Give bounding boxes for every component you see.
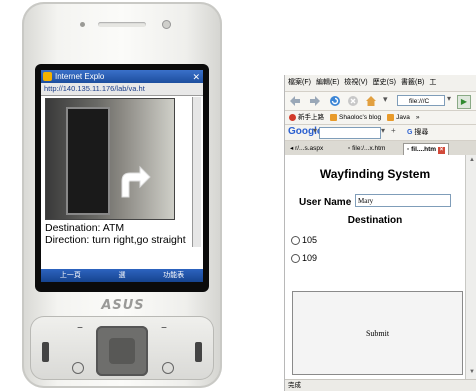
scroll-up-icon[interactable]: ▲ [468,157,476,165]
call-button[interactable] [72,362,84,374]
menu-tools[interactable]: 工 [429,75,436,91]
google-dropdown-icon[interactable]: ▾ [313,126,317,135]
phone-destination-text: Destination: ATM [45,222,125,234]
earpiece [98,22,146,27]
bookmark-blog[interactable]: Shaoloc's blog [330,111,381,124]
address-bar[interactable]: file:///C [397,95,445,106]
bookmark-java[interactable]: Java [387,111,410,124]
phone-address-bar[interactable]: http://140.135.11.176/lab/va.ht [41,83,203,96]
softkey-menu[interactable]: 功能表 [163,269,184,282]
close-icon[interactable]: ✕ [192,71,200,84]
menu-history[interactable]: 歷史(S) [373,75,396,91]
page-content: Wayfinding System User Name Mary Destina… [285,155,465,379]
bookmark-icon [289,113,296,121]
vertical-scrollbar[interactable]: ▲ ▼ [465,155,476,379]
asus-logo: ASUS [101,298,145,313]
tab-1[interactable]: ◂ r/...s.aspx [287,143,326,155]
address-value: file:///C [409,98,430,105]
windows-start-icon[interactable] [43,72,52,81]
softkey-keyboard[interactable]: 選 [118,269,125,282]
google-search-input[interactable] [319,127,381,139]
bookmarks-overflow[interactable]: » [416,111,420,124]
navigation-toolbar: ▾ file:///C ▾ ▶ [285,92,476,111]
plus-icon[interactable]: + [391,126,396,135]
menu-view[interactable]: 檢視(V) [344,75,367,91]
pocket-pc-device: Internet Explo ✕ http://140.135.11.176/l… [22,2,222,388]
bookmark-label: Shaoloc's blog [339,114,382,121]
history-dropdown-icon[interactable]: ▾ [383,94,388,105]
search-dropdown-icon[interactable]: ▾ [381,126,385,135]
destination-option-105[interactable]: 105 [291,235,317,245]
close-tab-icon[interactable]: × [438,147,446,154]
stop-icon[interactable] [347,95,359,107]
user-name-label: User Name [299,197,352,208]
phone-softkey-bar: 上一頁 選 功能表 [41,269,203,282]
left-soft-button[interactable]: – [70,321,90,333]
tab-label: fil....htm [411,146,437,153]
page-title: Wayfinding System [319,167,431,181]
phone-browser-title: Internet Explo [55,72,105,81]
destination-option-109[interactable]: 109 [291,253,317,263]
door-image [66,107,110,215]
bookmarks-toolbar: 新手上路 Shaoloc's blog Java » [285,111,476,125]
tab-2[interactable]: ▫ file:/...x.htm [345,143,388,155]
camera-lens [162,20,171,29]
menu-bar: 檔案(F) 編輯(E) 檢視(V) 歷史(S) 書籤(B) 工 [285,75,476,92]
bookmark-label: 新手上路 [298,114,324,121]
directional-pad[interactable] [96,326,148,376]
dpad-center-button[interactable] [109,338,135,364]
scroll-down-icon[interactable]: ▼ [468,369,476,377]
menu-edit[interactable]: 編輯(E) [316,75,339,91]
indicator-light [80,22,85,27]
google-search-button[interactable]: G 搜尋 [407,125,428,140]
turn-right-arrow-icon [121,165,151,198]
radio-button[interactable] [291,253,300,263]
menu-bookmarks[interactable]: 書籤(B) [401,75,424,91]
google-text: Google [288,126,323,137]
desktop-browser-window: 檔案(F) 編輯(E) 檢視(V) 歷史(S) 書籤(B) 工 ▾ file:/… [284,75,476,391]
tab-label: r/...s.aspx [295,145,324,152]
google-g-icon: G [407,129,413,136]
user-name-input[interactable]: Mary [355,194,451,207]
tab-label: file:/...x.htm [352,145,386,152]
back-icon[interactable] [289,95,301,107]
google-search-label: 搜尋 [414,129,429,136]
radio-button[interactable] [291,235,300,245]
submit-button[interactable]: Submit [292,291,463,375]
phone-scrollbar[interactable] [192,97,201,247]
phone-screen: Internet Explo ✕ http://140.135.11.176/l… [41,70,203,282]
tab-list-icon[interactable]: ◂ [290,145,293,152]
phone-browser-titlebar: Internet Explo ✕ [41,70,203,83]
destination-label: Destination [347,215,403,226]
page-icon: ▫ [407,146,410,153]
rss-icon [330,113,337,121]
rss-icon [387,113,395,121]
right-soft-button[interactable]: – [154,321,174,333]
address-dropdown-icon[interactable]: ▾ [447,94,451,103]
google-logo: Google [288,126,322,137]
right-hardware-button[interactable] [195,342,202,362]
forward-icon[interactable] [309,95,321,107]
corridor-photo [45,98,175,220]
left-hardware-button[interactable] [42,342,49,362]
reload-icon[interactable] [329,95,341,107]
page-icon: ▫ [348,145,351,152]
google-toolbar: Google ▾ ▾ + G 搜尋 [285,125,476,141]
option-label: 105 [302,235,318,245]
bookmark-label: Java [396,114,410,121]
menu-file[interactable]: 檔案(F) [288,75,311,91]
phone-keypad: – – [30,316,214,380]
go-icon[interactable]: ▶ [457,95,471,109]
bookmark-getting-started[interactable]: 新手上路 [289,111,324,124]
end-call-button[interactable] [162,362,174,374]
phone-direction-text: Direction: turn right,go straight [45,234,186,246]
status-bar: 完成 [285,379,476,391]
home-icon[interactable] [365,95,377,107]
softkey-back[interactable]: 上一頁 [60,269,81,282]
option-label: 109 [302,253,318,263]
